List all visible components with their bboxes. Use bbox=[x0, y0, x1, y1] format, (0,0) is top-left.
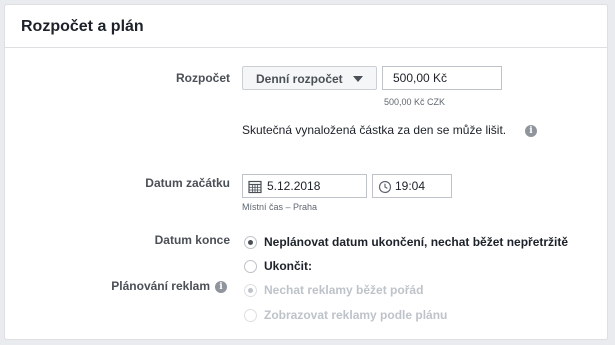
start-time-value: 19:04 bbox=[395, 179, 426, 193]
end-date-label: Datum konce bbox=[154, 233, 230, 247]
end-option-end-label[interactable]: Ukončit: bbox=[264, 259, 312, 273]
budget-note: Skutečná vynaložená částka za den se můž… bbox=[242, 123, 507, 137]
start-date-value: 5.12.2018 bbox=[267, 179, 321, 193]
budget-amount-value: 500,00 Kč bbox=[393, 71, 448, 85]
schedule-option-always-radio[interactable] bbox=[244, 284, 257, 297]
start-date-input[interactable]: 5.12.2018 bbox=[242, 174, 367, 198]
timezone-helper: Místní čas – Praha bbox=[242, 202, 318, 212]
info-icon[interactable]: i bbox=[215, 281, 227, 293]
end-option-no-end-label[interactable]: Neplánovat datum ukončení, nechat běžet … bbox=[264, 235, 568, 249]
calendar-icon bbox=[248, 180, 262, 194]
budget-amount-input[interactable]: 500,00 Kč bbox=[382, 66, 502, 90]
budget-label: Rozpočet bbox=[176, 71, 230, 85]
budget-amount-helper: 500,00 Kč CZK bbox=[384, 97, 446, 107]
caret-down-icon bbox=[353, 76, 363, 82]
panel-header: Rozpočet a plán bbox=[5, 5, 607, 48]
budget-type-label: Denní rozpočet bbox=[256, 72, 343, 86]
schedule-option-by-plan-radio[interactable] bbox=[244, 309, 257, 322]
end-option-no-end-radio[interactable] bbox=[244, 236, 257, 249]
start-date-label: Datum začátku bbox=[145, 176, 230, 190]
budget-schedule-panel: Rozpočet a plán Rozpočet Denní rozpočet … bbox=[4, 4, 608, 340]
end-option-end-radio[interactable] bbox=[244, 260, 257, 273]
info-icon[interactable]: i bbox=[525, 125, 537, 137]
start-time-input[interactable]: 19:04 bbox=[372, 174, 452, 198]
budget-type-dropdown[interactable]: Denní rozpočet bbox=[242, 66, 377, 90]
schedule-option-by-plan-label[interactable]: Zobrazovat reklamy podle plánu bbox=[264, 308, 447, 322]
panel-title: Rozpočet a plán bbox=[21, 18, 144, 35]
ad-scheduling-label: Plánování reklam bbox=[111, 279, 210, 293]
schedule-option-always-label[interactable]: Nechat reklamy běžet pořád bbox=[264, 283, 423, 297]
clock-icon bbox=[378, 180, 392, 194]
